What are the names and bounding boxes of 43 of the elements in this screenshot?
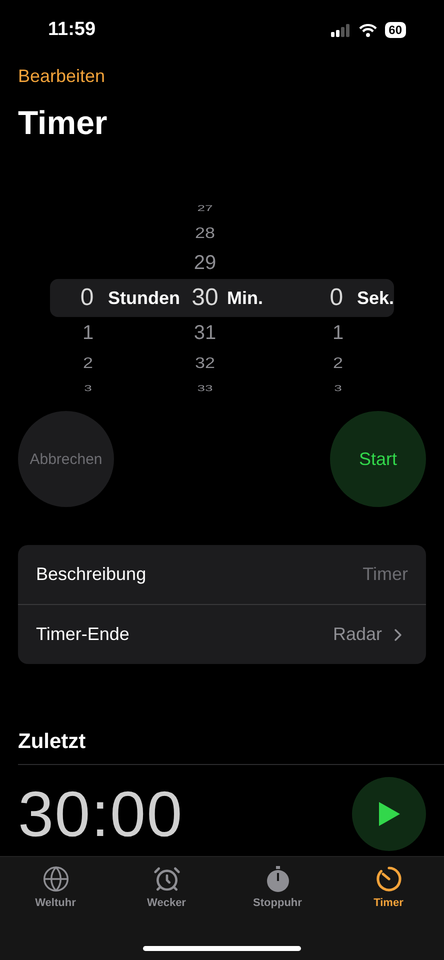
- edit-link[interactable]: Bearbeiten: [18, 66, 444, 90]
- signal-icon: [330, 24, 351, 36]
- picker-value[interactable]: 27: [189, 201, 221, 215]
- picker-selected-value[interactable]: 0: [322, 284, 351, 312]
- wifi-icon: [358, 24, 377, 36]
- status-time: 11:59: [48, 19, 96, 41]
- picker-selected-value[interactable]: 0: [72, 284, 102, 312]
- timer-icon: [374, 865, 402, 893]
- globe-icon: [42, 865, 70, 893]
- picker-value[interactable]: 1: [72, 317, 104, 349]
- tab-label: Wecker: [147, 897, 186, 909]
- tab-label: Weltuhr: [35, 897, 76, 909]
- start-button[interactable]: Start: [330, 411, 426, 507]
- picker-unit: Min.: [227, 288, 263, 308]
- row-label: Timer-Ende: [36, 624, 130, 645]
- description-field[interactable]: Timer: [288, 564, 408, 585]
- picker-value[interactable]: 3: [322, 381, 354, 395]
- picker-unit: Sek.: [356, 288, 394, 308]
- picker-selected-value[interactable]: 30: [189, 284, 221, 312]
- tab-item[interactable]: Timer: [333, 865, 444, 909]
- picker-value[interactable]: 1: [322, 317, 354, 349]
- play-icon: [377, 801, 401, 827]
- picker-value[interactable]: 31: [189, 317, 221, 349]
- tab-label: Stoppuhr: [253, 897, 302, 909]
- page-title: Timer: [18, 104, 108, 142]
- tab-item[interactable]: Wecker: [111, 865, 222, 909]
- picker-value[interactable]: 28: [189, 221, 221, 245]
- picker-value[interactable]: 3: [72, 381, 104, 395]
- tab-item[interactable]: Weltuhr: [0, 865, 111, 909]
- section-title: Zuletzt: [18, 730, 87, 754]
- tab-label: Timer: [374, 897, 404, 909]
- recent-timer-duration: 30:00: [18, 777, 184, 851]
- sound-link[interactable]: Radar: [332, 624, 408, 645]
- battery-indicator: 60: [384, 22, 406, 38]
- picker-value[interactable]: 32: [189, 351, 221, 375]
- picker-value[interactable]: 29: [189, 247, 221, 279]
- picker-value[interactable]: 2: [322, 351, 354, 375]
- alarm-clock-icon: [152, 865, 180, 893]
- picker-value[interactable]: 33: [189, 381, 221, 395]
- picker-value[interactable]: 2: [72, 351, 104, 375]
- picker-unit: Stunden: [108, 288, 180, 308]
- tab-item[interactable]: Stoppuhr: [222, 865, 333, 909]
- row-label: Beschreibung: [36, 564, 146, 585]
